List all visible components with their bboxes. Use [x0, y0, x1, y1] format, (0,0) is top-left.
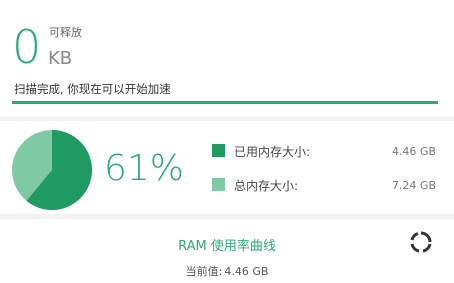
ram-curve-title: RAM 使用率曲线 — [178, 239, 276, 254]
total-memory-value: 7.24 GB — [391, 179, 436, 192]
memory-pie-chart — [12, 130, 92, 210]
scan-status-text: 扫描完成, 你现在可以开始加速 — [14, 82, 171, 96]
total-memory-label: 总内存大小: — [234, 179, 299, 193]
refresh-icon[interactable] — [410, 231, 432, 253]
memory-usage-percent: 61% — [104, 148, 185, 189]
ram-current-value: 当前值: 4.46 GB — [0, 263, 454, 279]
releasable-amount: 0 — [12, 20, 42, 74]
ram-current-number: 4.46 GB — [224, 265, 269, 278]
release-card: 0 可释放 KB 扫描完成, 你现在可以开始加速 — [0, 0, 454, 117]
ram-current-label: 当前值: — [185, 265, 223, 278]
used-memory-swatch — [212, 144, 225, 157]
scan-progress-fill — [12, 101, 438, 104]
releasable-label: 可释放 — [49, 26, 82, 39]
used-memory-value: 4.46 GB — [391, 145, 436, 158]
total-memory-swatch — [212, 178, 225, 191]
releasable-unit: KB — [48, 48, 73, 69]
scan-progress-bar — [12, 101, 438, 104]
used-memory-label: 已用内存大小: — [234, 145, 311, 159]
